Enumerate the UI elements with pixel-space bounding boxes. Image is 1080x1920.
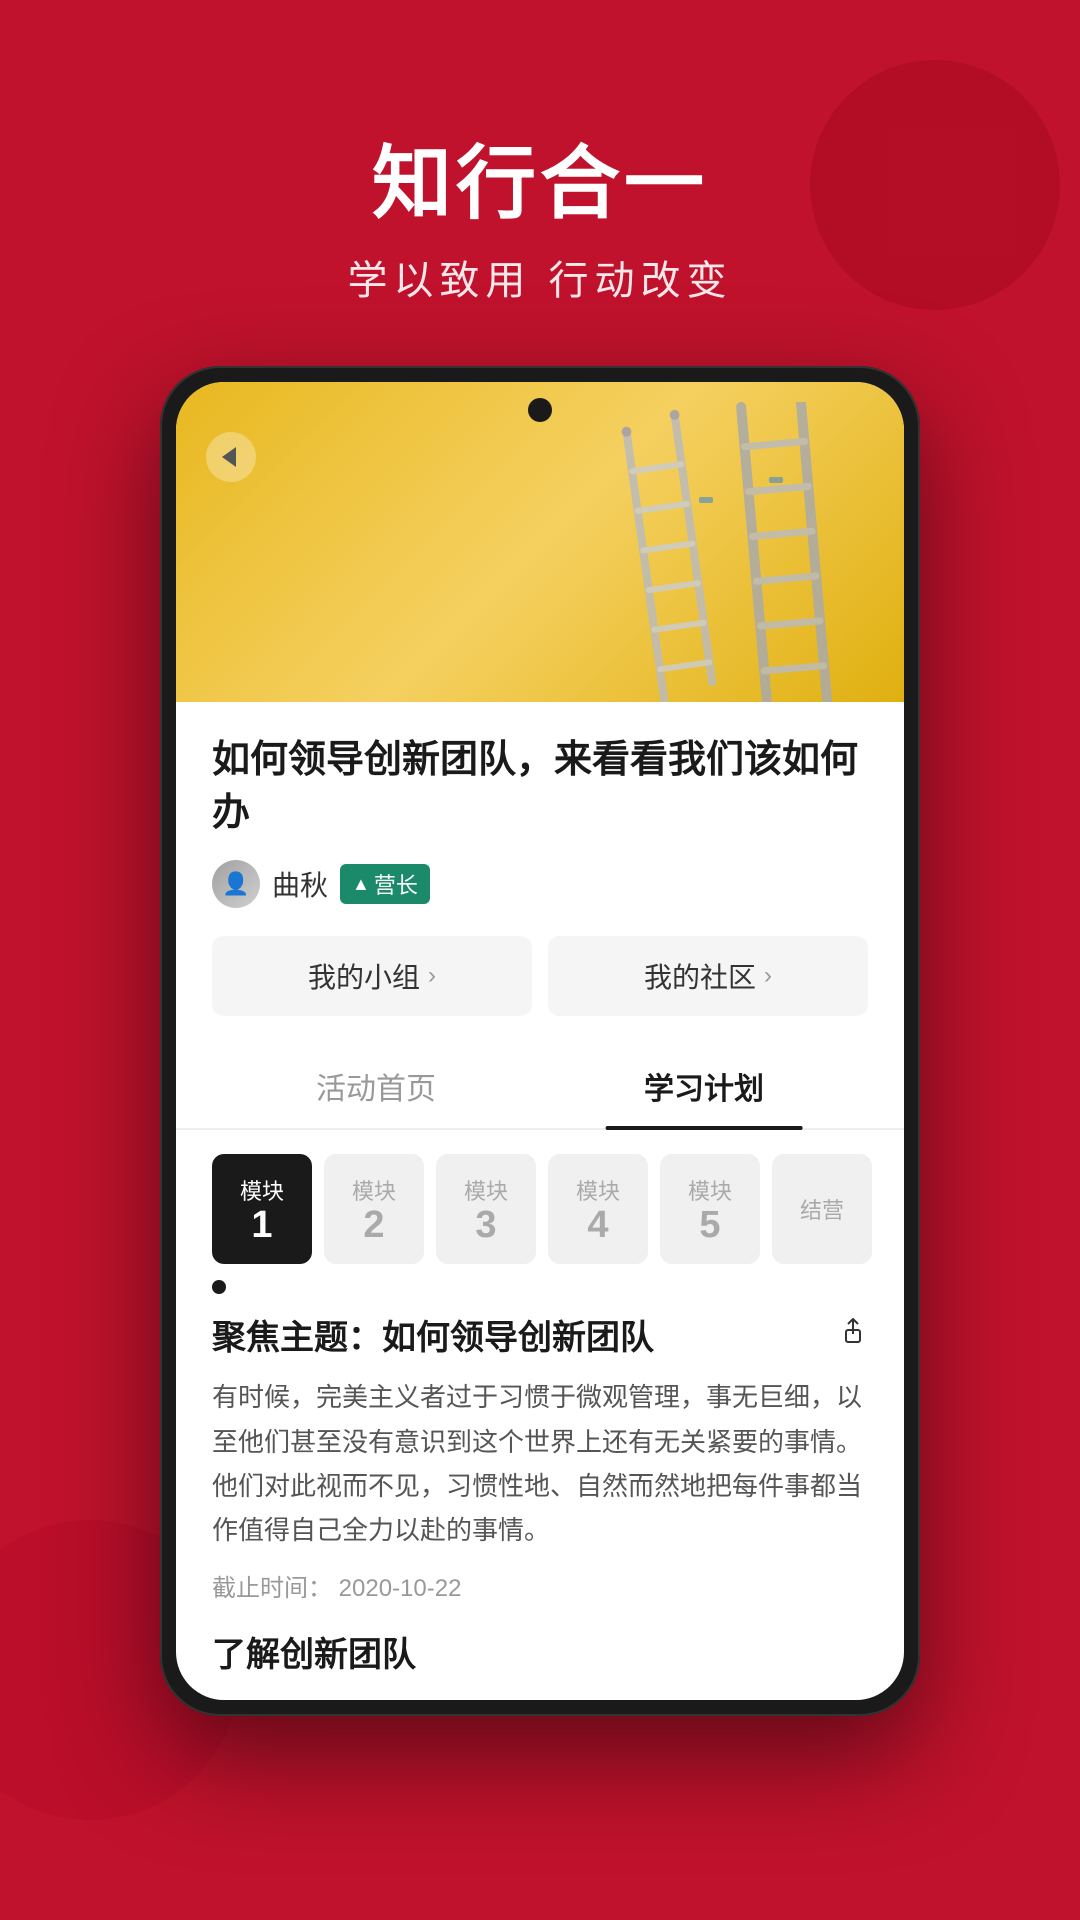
focus-body: 有时候，完美主义者过于习惯于微观管理，事无巨细，以至他们甚至没有意识到这个世界上…	[212, 1375, 868, 1552]
module-2-num: 2	[363, 1206, 384, 1244]
tab-plan[interactable]: 学习计划	[540, 1044, 868, 1128]
my-group-arrow-icon: ›	[428, 962, 436, 990]
module-tab-1[interactable]: 模块 1	[212, 1154, 312, 1264]
module-tab-5[interactable]: 模块 5	[660, 1154, 760, 1264]
active-dot	[212, 1280, 226, 1294]
focus-title: 聚焦主题：如何领导创新团队	[212, 1310, 654, 1359]
module-1-num: 1	[251, 1206, 272, 1244]
article-image	[176, 382, 904, 702]
my-group-button[interactable]: 我的小组 ›	[212, 936, 532, 1016]
deadline: 截止时间： 2020-10-22	[212, 1568, 868, 1603]
back-button[interactable]	[206, 432, 256, 482]
my-group-label: 我的小组	[308, 956, 420, 996]
phone-mockup-container: 如何领导创新团队，来看看我们该如何办 👤 曲秋 ▲ 营长 我的小组 ›	[160, 366, 920, 1716]
my-community-label: 我的社区	[644, 956, 756, 996]
badge-text: 营长	[374, 868, 418, 900]
share-icon[interactable]	[838, 1316, 868, 1354]
module-3-label: 模块	[464, 1174, 508, 1206]
module-tab-4[interactable]: 模块 4	[548, 1154, 648, 1264]
module-4-num: 4	[587, 1206, 608, 1244]
dot-indicator	[176, 1272, 904, 1310]
author-avatar-icon: 👤	[212, 860, 260, 908]
ladder-illustration	[584, 402, 864, 702]
deadline-value: 2020-10-22	[339, 1575, 462, 1602]
author-badge: ▲ 营长	[340, 864, 430, 904]
module-tab-3[interactable]: 模块 3	[436, 1154, 536, 1264]
module-final-label: 结营	[800, 1193, 844, 1225]
section-heading: 了解创新团队	[212, 1627, 868, 1676]
nav-buttons: 我的小组 › 我的社区 ›	[212, 936, 868, 1016]
bg-decoration-right	[810, 60, 1060, 310]
deadline-label: 截止时间：	[212, 1575, 332, 1602]
tab-activity[interactable]: 活动首页	[212, 1044, 540, 1128]
badge-triangle-icon: ▲	[352, 874, 370, 895]
module-2-label: 模块	[352, 1174, 396, 1206]
camera-notch	[528, 398, 552, 422]
module-tab-2[interactable]: 模块 2	[324, 1154, 424, 1264]
module-3-num: 3	[475, 1206, 496, 1244]
article-title: 如何领导创新团队，来看看我们该如何办	[212, 734, 868, 840]
module-4-label: 模块	[576, 1174, 620, 1206]
tabs-row: 活动首页 学习计划	[176, 1044, 904, 1130]
module-5-label: 模块	[688, 1174, 732, 1206]
module-5-num: 5	[699, 1206, 720, 1244]
my-community-arrow-icon: ›	[764, 962, 772, 990]
module-tab-final[interactable]: 结营	[772, 1154, 872, 1264]
author-name: 曲秋	[272, 864, 328, 904]
my-community-button[interactable]: 我的社区 ›	[548, 936, 868, 1016]
back-chevron-icon	[222, 447, 236, 467]
phone-screen: 如何领导创新团队，来看看我们该如何办 👤 曲秋 ▲ 营长 我的小组 ›	[176, 382, 904, 1700]
article-content: 如何领导创新团队，来看看我们该如何办 👤 曲秋 ▲ 营长	[176, 702, 904, 908]
focus-header: 聚焦主题：如何领导创新团队	[212, 1310, 868, 1359]
module-1-label: 模块	[240, 1174, 284, 1206]
author-row: 👤 曲秋 ▲ 营长	[212, 860, 868, 908]
author-avatar: 👤	[212, 860, 260, 908]
module-tabs: 模块 1 模块 2 模块 3 模块 4 模块 5	[176, 1154, 904, 1264]
phone-mockup: 如何领导创新团队，来看看我们该如何办 👤 曲秋 ▲ 营长 我的小组 ›	[160, 366, 920, 1716]
focus-section: 聚焦主题：如何领导创新团队 有时候，完美主义者过于习惯于微观管理，事无巨细，以至…	[176, 1310, 904, 1700]
